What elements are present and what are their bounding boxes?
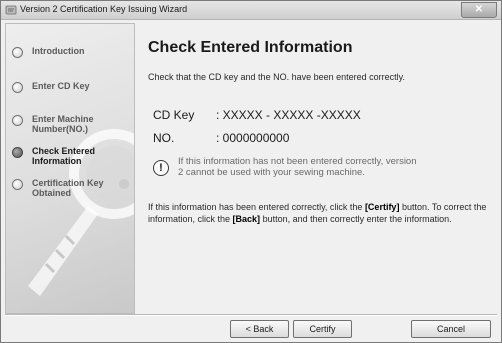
cd-key-value: : XXXXX - XXXXX -XXXXX (216, 108, 361, 122)
machine-number-label: NO. (153, 131, 175, 145)
back-button[interactable]: < Back (230, 320, 289, 338)
machine-number-value: : 0000000000 (216, 131, 290, 145)
intro-text: Check that the CD key and the NO. have b… (148, 72, 405, 82)
instructions-part-1: If this information has been entered cor… (148, 202, 365, 212)
instructions-part-3: button, and then correctly enter the inf… (260, 214, 452, 224)
steps-sidebar: Introduction Enter CD Key Enter Machine … (5, 23, 135, 314)
step-label: Introduction (32, 46, 85, 56)
wizard-window: Version 2 Certification Key Issuing Wiza… (0, 0, 502, 343)
certify-button[interactable]: Certify (293, 320, 352, 338)
title-bar: Version 2 Certification Key Issuing Wiza… (1, 1, 501, 20)
step-label: Enter CD Key (32, 81, 90, 91)
app-icon (5, 5, 17, 15)
cd-key-label: CD Key (153, 108, 195, 122)
cancel-button[interactable]: Cancel (411, 320, 491, 338)
step-indicator-icon (12, 47, 23, 58)
step-indicator-icon (12, 179, 23, 190)
step-enter-machine-number: Enter Machine Number(NO.) (12, 114, 110, 134)
step-label: Enter Machine Number(NO.) (32, 114, 94, 134)
step-indicator-icon (12, 115, 23, 126)
close-button[interactable]: ✕ (461, 2, 497, 18)
step-enter-cd-key: Enter CD Key (12, 81, 127, 93)
button-separator (5, 314, 497, 316)
key-illustration (28, 129, 134, 296)
step-indicator-icon (12, 82, 23, 93)
step-label: Check Entered Information (32, 146, 96, 166)
instructions-certify-ref: [Certify] (364, 202, 400, 212)
instructions-text: If this information has been entered cor… (148, 201, 493, 225)
step-indicator-icon (12, 147, 23, 158)
instructions-back-ref: [Back] (232, 214, 261, 224)
warning-text: If this information has not been entered… (178, 156, 417, 178)
warning-icon: ! (153, 160, 169, 176)
page-title: Check Entered Information (148, 39, 353, 56)
step-certification-key-obtained: Certification Key Obtained (12, 178, 122, 198)
step-check-entered-information: Check Entered Information (12, 146, 102, 166)
step-introduction: Introduction (12, 46, 127, 58)
window-title: Version 2 Certification Key Issuing Wiza… (20, 4, 188, 14)
close-icon: ✕ (474, 4, 484, 15)
step-label: Certification Key Obtained (32, 178, 104, 198)
